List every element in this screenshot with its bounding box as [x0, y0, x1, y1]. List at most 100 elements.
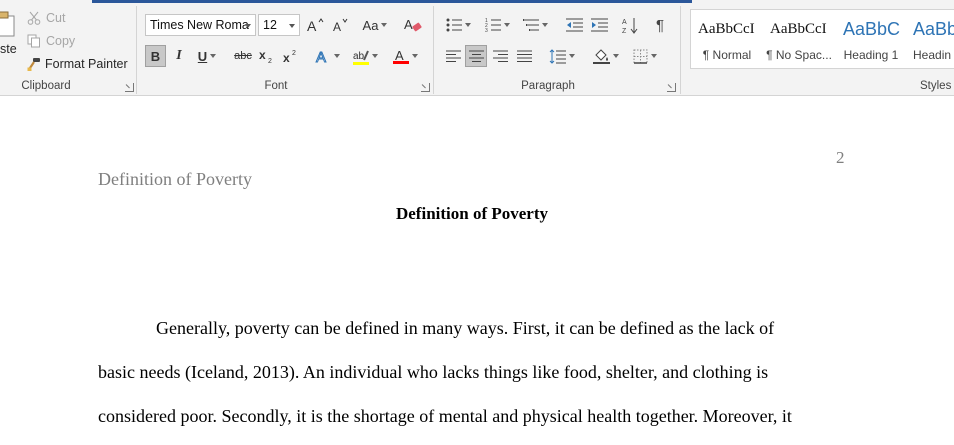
style-preview: AaBbC [843, 19, 901, 39]
cut-label: Cut [46, 11, 66, 25]
ribbon: ste Cut Copy Format Painter Clipboard Ti… [0, 0, 954, 96]
underline-dropdown-icon [210, 54, 217, 58]
clipboard-group-label: Clipboard [21, 80, 71, 92]
underline-button[interactable]: U [193, 45, 221, 67]
highlighter-icon: ab [352, 48, 369, 65]
svg-text:A: A [316, 49, 326, 64]
shrink-font-button[interactable]: A [331, 15, 351, 35]
font-name-combo[interactable]: Times New Roma [145, 14, 256, 36]
font-name-dropdown-icon[interactable] [245, 24, 251, 28]
cut-button[interactable]: Cut [26, 9, 65, 27]
font-color-button[interactable]: A [390, 45, 420, 67]
document-canvas[interactable] [0, 97, 954, 445]
numbering-dropdown-icon [503, 23, 510, 27]
clear-formatting-button[interactable]: A [403, 15, 423, 35]
justify-button[interactable] [513, 45, 535, 67]
font-size-value: 12 [263, 18, 277, 32]
svg-text:x: x [283, 51, 290, 63]
font-color-icon: A [392, 48, 409, 64]
bullets-button[interactable] [442, 15, 474, 35]
style-heading-2[interactable]: AaBb Headin [907, 10, 954, 68]
change-case-label: Aa [362, 17, 379, 33]
style-preview: AaBbCcI [698, 21, 755, 37]
style-no-spacing[interactable]: AaBbCcI ¶ No Spac... [763, 10, 835, 68]
svg-text:ab: ab [353, 51, 365, 62]
svg-text:2: 2 [268, 58, 272, 63]
show-formatting-marks-button[interactable]: ¶ [650, 15, 670, 35]
style-name: Headin [913, 48, 952, 62]
paintbrush-icon [26, 57, 42, 72]
sort-button[interactable]: AZ [620, 15, 640, 35]
align-center-icon [468, 50, 484, 62]
align-left-icon [445, 50, 461, 62]
bold-label: B [150, 48, 161, 64]
paste-label: ste [0, 42, 17, 56]
italic-button[interactable]: I [170, 45, 188, 67]
grow-font-icon: A [307, 17, 325, 33]
style-preview: AaBbCcI [770, 21, 827, 37]
subscript-icon: x2 [259, 49, 275, 63]
align-center-button[interactable] [465, 45, 487, 67]
clipboard-dialog-launcher-icon[interactable] [125, 83, 134, 92]
svg-text:A: A [333, 20, 341, 33]
increase-indent-button[interactable] [589, 15, 609, 35]
grow-font-button[interactable]: A [306, 15, 326, 35]
font-size-combo[interactable]: 12 [258, 14, 300, 36]
format-painter-label: Format Painter [45, 57, 128, 71]
paste-icon [0, 10, 18, 38]
shading-button[interactable] [590, 45, 622, 67]
running-head: Definition of Poverty [98, 169, 252, 189]
paragraph-group-label: Paragraph [521, 80, 575, 92]
group-divider [433, 6, 434, 94]
borders-dropdown-icon [651, 54, 657, 58]
strikethrough-button[interactable]: abc [232, 45, 254, 67]
svg-text:A: A [395, 48, 404, 61]
change-case-dropdown-icon [381, 23, 388, 27]
copy-button[interactable]: Copy [26, 32, 75, 50]
increase-indent-icon [590, 18, 608, 32]
paragraph-dialog-launcher-icon[interactable] [667, 83, 676, 92]
paste-button[interactable]: ste [0, 10, 20, 66]
text-effects-button[interactable]: A [312, 45, 342, 67]
bulleted-list-icon [446, 18, 462, 32]
decrease-indent-icon [565, 18, 583, 32]
styles-group-label: Styles [920, 80, 952, 92]
group-divider [136, 6, 137, 94]
shrink-font-icon: A [332, 17, 350, 33]
bold-button[interactable]: B [145, 45, 166, 67]
svg-text:x: x [259, 49, 266, 62]
font-size-dropdown-icon[interactable] [289, 24, 295, 28]
decrease-indent-button[interactable] [564, 15, 584, 35]
borders-icon [633, 49, 648, 64]
highlight-button[interactable]: ab [350, 45, 380, 67]
style-name: ¶ No Spac... [766, 48, 832, 62]
document-title: Definition of Poverty [395, 204, 549, 223]
format-painter-button[interactable]: Format Painter [26, 55, 128, 73]
change-case-button[interactable]: Aa [360, 15, 390, 35]
multilevel-list-button[interactable] [519, 15, 551, 35]
clear-formatting-icon: A [404, 16, 422, 34]
borders-button[interactable] [629, 45, 661, 67]
font-color-bar [392, 61, 409, 64]
subscript-button[interactable]: x2 [257, 45, 277, 67]
svg-text:Z: Z [622, 28, 627, 34]
align-right-icon [492, 50, 508, 62]
group-divider [680, 6, 681, 94]
shading-dropdown-icon [613, 54, 619, 58]
paint-bucket-icon [593, 48, 610, 64]
numbering-button[interactable]: 123 [481, 15, 513, 35]
highlight-color-bar [352, 61, 369, 65]
highlight-dropdown-icon [371, 54, 378, 58]
active-tab-indicator [92, 0, 692, 3]
pilcrow-icon: ¶ [655, 16, 665, 34]
superscript-button[interactable]: x2 [281, 45, 301, 67]
style-normal[interactable]: AaBbCcI ¶ Normal [691, 10, 763, 68]
text-effects-dropdown-icon [333, 54, 340, 58]
copy-icon [26, 34, 42, 48]
style-heading-1[interactable]: AaBbC Heading 1 [835, 10, 907, 68]
align-left-button[interactable] [442, 45, 464, 67]
align-right-button[interactable] [489, 45, 511, 67]
line-spacing-button[interactable] [546, 45, 578, 67]
font-dialog-launcher-icon[interactable] [421, 83, 430, 92]
superscript-icon: x2 [283, 49, 299, 63]
